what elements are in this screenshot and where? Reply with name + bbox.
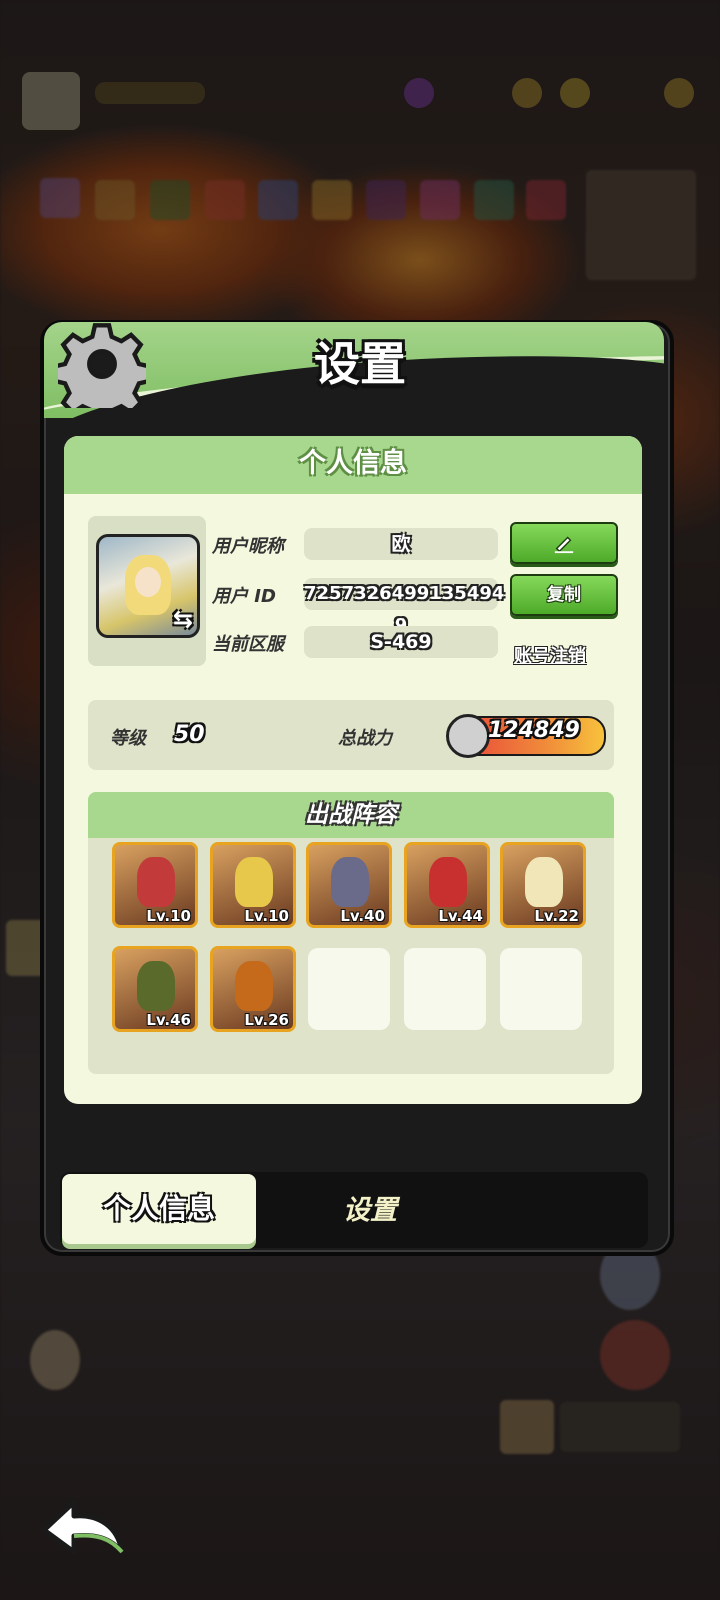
user-id-field: 7257326499135494​9 bbox=[304, 578, 504, 636]
nickname-field: 欧 bbox=[304, 528, 498, 560]
nickname-label: 用户昵称 bbox=[212, 536, 284, 557]
card-title: 个人信息 bbox=[64, 436, 642, 494]
hero-level: Lv.22 bbox=[534, 907, 579, 925]
hero-slot[interactable]: Lv.10 bbox=[210, 842, 296, 928]
hero-level: Lv.10 bbox=[244, 907, 289, 925]
hero-slot[interactable]: Lv.22 bbox=[500, 842, 586, 928]
hero-level: Lv.26 bbox=[244, 1011, 289, 1029]
level-label: 等级 bbox=[110, 728, 146, 749]
hero-slot[interactable]: Lv.46 bbox=[112, 946, 198, 1032]
hero-level: Lv.44 bbox=[438, 907, 483, 925]
hero-portrait bbox=[525, 857, 563, 907]
power-value: 124849 bbox=[488, 718, 580, 743]
server-label: 当前区服 bbox=[212, 634, 284, 655]
hero-level: Lv.40 bbox=[340, 907, 385, 925]
empty-hero-slot[interactable] bbox=[308, 948, 390, 1030]
tab-personal-info[interactable]: 个人信息 bbox=[62, 1174, 256, 1244]
empty-hero-slot[interactable] bbox=[500, 948, 582, 1030]
swap-avatar-icon[interactable]: ⇆ bbox=[168, 604, 198, 634]
hero-portrait bbox=[137, 961, 175, 1011]
hero-slot[interactable]: Lv.44 bbox=[404, 842, 490, 928]
copy-id-button[interactable]: 复制 bbox=[510, 574, 618, 616]
power-label: 总战力 bbox=[338, 728, 392, 749]
hero-portrait bbox=[235, 857, 273, 907]
empty-hero-slot[interactable] bbox=[404, 948, 486, 1030]
pencil-icon bbox=[554, 536, 574, 554]
hero-level: Lv.46 bbox=[146, 1011, 191, 1029]
hero-slot[interactable]: Lv.26 bbox=[210, 946, 296, 1032]
back-arrow-icon[interactable] bbox=[38, 1494, 128, 1560]
user-id-label: 用户 ID bbox=[212, 586, 276, 607]
edit-nickname-button[interactable] bbox=[510, 522, 618, 564]
level-value: 50 bbox=[174, 722, 205, 747]
account-delete-link[interactable]: 账号注销 bbox=[514, 642, 586, 668]
hero-level: Lv.10 bbox=[146, 907, 191, 925]
crossed-swords-icon bbox=[446, 714, 490, 758]
gear-icon bbox=[58, 323, 146, 408]
hero-slot[interactable]: Lv.40 bbox=[306, 842, 392, 928]
hero-slot[interactable]: Lv.10 bbox=[112, 842, 198, 928]
hero-portrait bbox=[331, 857, 369, 907]
tab-settings[interactable]: 设置 bbox=[290, 1176, 450, 1246]
server-field: S-469 bbox=[304, 626, 498, 658]
hero-portrait bbox=[137, 857, 175, 907]
panel-title: 设置 bbox=[314, 337, 406, 391]
team-title: 出战阵容 bbox=[88, 792, 614, 838]
hero-portrait bbox=[235, 961, 273, 1011]
hero-portrait bbox=[429, 857, 467, 907]
